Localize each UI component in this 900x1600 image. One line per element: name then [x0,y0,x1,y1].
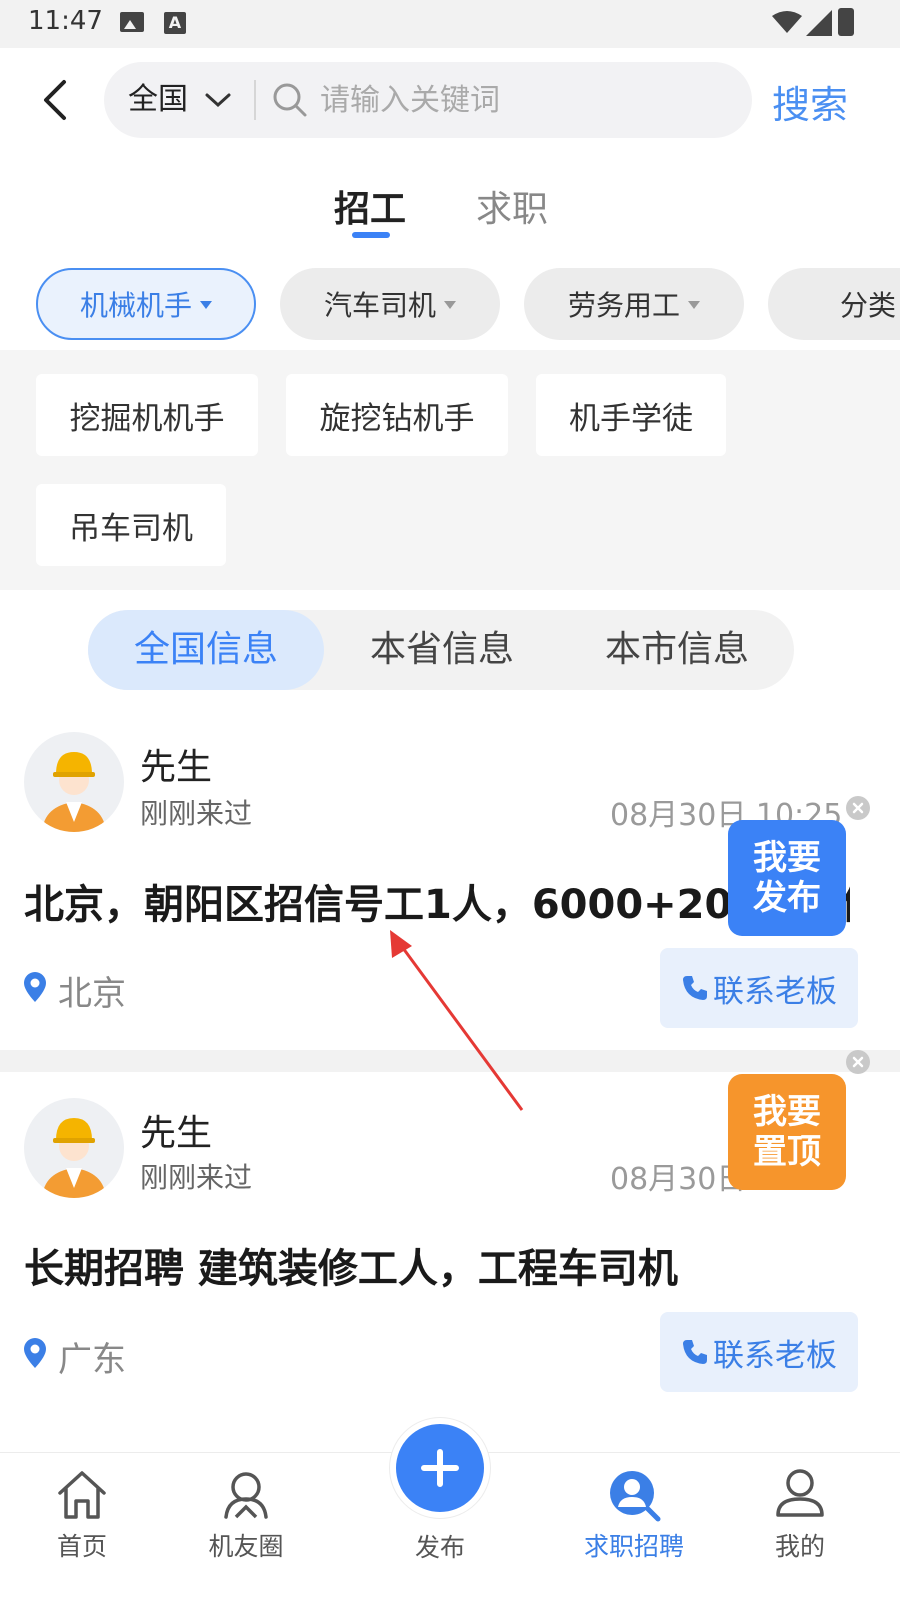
category-car-driver[interactable]: 汽车司机 [280,268,500,340]
category-label: 劳务用工 [567,289,680,322]
contact-label: 联系老板 [713,973,837,1010]
phone-icon [683,1340,707,1364]
category-label: 机械机手 [79,289,192,322]
community-icon [224,1472,268,1519]
worker-avatar-icon [42,1118,106,1198]
location-pin-icon [24,1338,46,1368]
category-more[interactable]: 分类 [768,268,900,340]
plus-icon [421,1449,459,1487]
subcategory-chip[interactable]: 挖掘机机手 [36,374,258,456]
search-button[interactable]: 搜索 [772,74,848,129]
signal-icon [806,10,832,36]
user-search-icon [610,1471,661,1522]
back-arrow-icon[interactable] [34,76,78,124]
chevron-down-icon[interactable] [204,88,232,112]
pin-top-float-button[interactable]: 我要置顶 [728,1074,846,1190]
nav-job-recruit[interactable]: 求职招聘 [574,1453,694,1600]
search-box: 全国 [104,62,752,138]
poster-name: 先生 [140,1113,213,1154]
caret-down-icon [688,301,700,309]
profile-icon [776,1469,824,1517]
battery-icon [838,8,854,36]
scope-city[interactable]: 本市信息 [560,610,794,690]
subcategory-chip[interactable]: 旋挖钻机手 [286,374,508,456]
nav-label: 我的 [774,1532,825,1561]
publish-float-button[interactable]: 我要发布 [728,820,846,936]
close-pin-float-icon[interactable] [846,1050,870,1074]
status-bar: 11:47 A [0,0,900,48]
region-select[interactable]: 全国 [128,62,188,138]
nav-label-publish: 发布 [414,1533,465,1562]
caret-down-icon [200,301,212,309]
a-notification-icon: A [164,12,186,34]
status-time: 11:47 [28,6,103,36]
home-icon [58,1471,106,1519]
contact-label: 联系老板 [713,1337,837,1374]
poster-status: 刚刚来过 [140,797,253,830]
job-title[interactable]: 北京，朝阳区招信号工1人，6000+200包吃住 [24,872,850,930]
avatar [24,732,124,832]
search-divider [254,80,256,120]
image-notification-icon [120,12,144,32]
category-row: 机械机手 汽车司机 劳务用工 分类 [0,268,900,342]
nav-community[interactable]: 机友圈 [186,1453,306,1600]
job-title[interactable]: 长期招聘 建筑装修工人，工程车司机 [24,1236,850,1294]
nav-label: 机友圈 [208,1532,284,1561]
tab-job-seeking[interactable]: 求职 [476,180,548,232]
scope-segmented-control: 全国信息 本省信息 本市信息 [88,610,794,690]
category-machinery-operator[interactable]: 机械机手 [36,268,256,340]
nav-label: 首页 [56,1532,107,1561]
worker-avatar-icon [42,752,106,832]
poster-name: 先生 [140,747,213,788]
nav-profile[interactable]: 我的 [740,1453,860,1600]
caret-down-icon [444,301,456,309]
close-publish-float-icon[interactable] [846,796,870,820]
search-input[interactable] [320,74,730,126]
subcategory-chip[interactable]: 机手学徒 [536,374,726,456]
scope-province[interactable]: 本省信息 [324,610,560,690]
subcategory-chip[interactable]: 吊车司机 [36,484,226,566]
search-icon [273,83,307,117]
nav-label: 求职招聘 [583,1532,684,1561]
card-divider [0,1050,900,1072]
poster-status: 刚刚来过 [140,1161,253,1194]
scope-national[interactable]: 全国信息 [88,610,324,690]
category-label: 分类 [840,289,897,322]
active-tab-indicator [352,232,390,238]
category-label: 汽车司机 [323,289,436,322]
location-text: 北京 [58,974,126,1014]
avatar [24,1098,124,1198]
wifi-icon [772,11,802,33]
contact-boss-button[interactable]: 联系老板 [660,1312,858,1392]
contact-boss-button[interactable]: 联系老板 [660,948,858,1028]
publish-fab-button[interactable] [390,1418,490,1518]
tab-recruit[interactable]: 招工 [334,180,406,232]
phone-icon [683,976,707,1000]
category-labor[interactable]: 劳务用工 [524,268,744,340]
location-pin-icon [24,972,46,1002]
location-text: 广东 [58,1340,126,1380]
subcategory-panel: 挖掘机机手 旋挖钻机手 机手学徒 吊车司机 [0,350,900,590]
nav-home[interactable]: 首页 [22,1453,142,1600]
